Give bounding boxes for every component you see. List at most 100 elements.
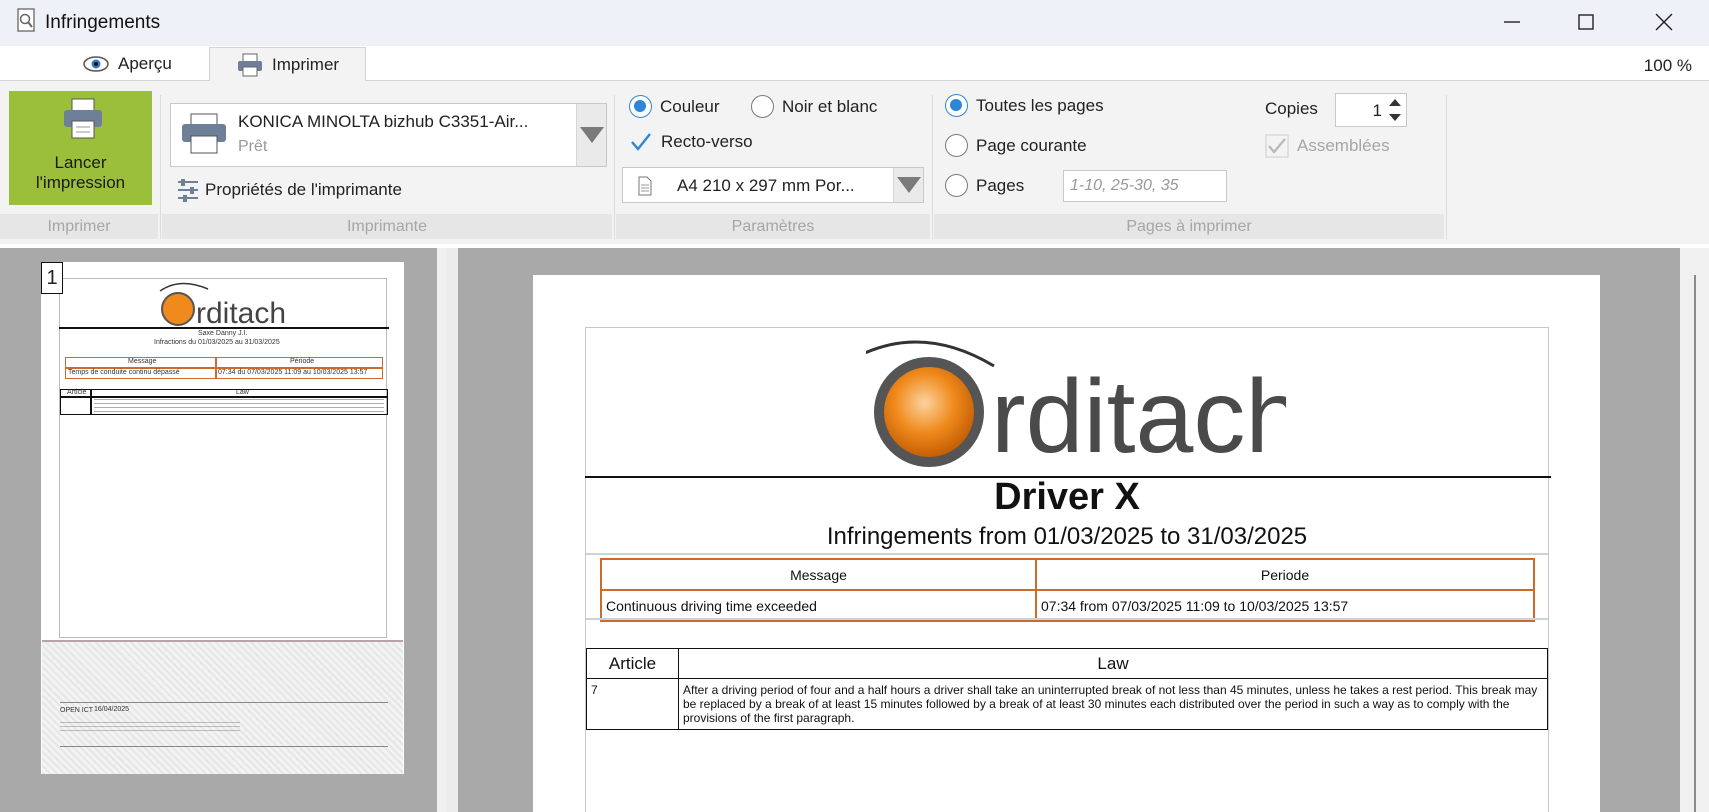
logo-text: rditach <box>991 359 1286 473</box>
radio-selected-icon <box>945 94 968 117</box>
page-icon <box>637 176 653 201</box>
thumb-col-article: Article <box>67 389 87 396</box>
orditach-logo: rditach <box>866 340 1286 473</box>
group-separator <box>614 95 615 239</box>
chevron-down-icon[interactable] <box>576 104 606 166</box>
table-row: Continuous driving time exceeded 07:34 f… <box>600 589 1535 622</box>
copies-label: Copies <box>1265 99 1318 118</box>
col-message: Message <box>600 558 1037 591</box>
duplex-checkbox[interactable]: Recto-verso <box>629 130 753 154</box>
checkmark-icon <box>629 130 653 154</box>
report-subtitle: Infringements from 01/03/2025 to 31/03/2… <box>826 523 1308 550</box>
current-page-label: Page courante <box>976 135 1087 155</box>
maximize-icon <box>1578 14 1594 30</box>
window-title: Infringements <box>45 12 161 33</box>
paper-size-select[interactable]: A4 210 x 297 mm Por... <box>622 167 924 203</box>
page-frame: rditach Driver X Infringements from 01/0… <box>585 327 1551 812</box>
bw-label: Noir et blanc <box>782 96 878 116</box>
cell-message: Continuous driving time exceeded <box>600 589 1037 622</box>
thumb-row-message: Temps de conduite continu dépassé <box>68 369 180 376</box>
printer-icon <box>64 98 102 139</box>
collate-checkbox[interactable]: Assemblées <box>1265 134 1390 158</box>
thumb-footer-date: 16/04/2025 <box>94 706 130 713</box>
printer-status: Prêt <box>238 138 268 155</box>
all-pages-radio[interactable]: Toutes les pages <box>945 94 1104 117</box>
maximize-button[interactable] <box>1548 0 1624 44</box>
print-button-line1: Lancer <box>54 153 107 172</box>
print-button[interactable]: Lancer l'impression <box>9 91 152 205</box>
thumb-period: Infractions du 01/03/2025 au 31/03/2025 <box>154 339 280 346</box>
close-icon <box>1655 13 1673 31</box>
close-button[interactable] <box>1626 0 1702 44</box>
minimize-icon <box>1504 21 1520 23</box>
pane-splitter[interactable] <box>446 248 458 812</box>
zoom-level: 100 % <box>1643 56 1692 75</box>
group-separator <box>160 95 161 239</box>
sliders-icon <box>178 179 198 202</box>
thumb-col-periode: Période <box>290 358 315 365</box>
group-separator <box>1446 95 1447 239</box>
copies-stepper[interactable]: 1 <box>1335 93 1407 127</box>
driver-name: Driver X <box>994 476 1140 518</box>
print-button-line2: l'impression <box>35 173 126 192</box>
printer-icon <box>238 53 262 77</box>
preview-scrollbar[interactable] <box>1680 248 1709 812</box>
eye-icon <box>83 55 109 72</box>
radio-empty-icon <box>751 95 774 118</box>
group-label-printer: Imprimante <box>162 214 612 239</box>
printer-properties-label: Propriétés de l'imprimante <box>205 180 402 199</box>
color-radio[interactable]: Couleur <box>629 95 720 118</box>
spin-up-icon[interactable] <box>1386 95 1404 110</box>
color-label: Couleur <box>660 96 720 116</box>
spin-down-icon[interactable] <box>1386 110 1404 125</box>
printer-properties-link[interactable]: Propriétés de l'imprimante <box>175 177 402 203</box>
group-label-params: Paramètres <box>616 214 930 239</box>
minimize-button[interactable] <box>1474 0 1550 44</box>
printer-icon <box>179 112 229 161</box>
duplex-label: Recto-verso <box>661 132 753 151</box>
page-range-input[interactable]: 1-10, 25-30, 35 <box>1063 170 1227 202</box>
group-separator <box>932 95 933 239</box>
all-pages-label: Toutes les pages <box>976 95 1104 115</box>
paper-size-value: A4 210 x 297 mm Por... <box>677 176 855 195</box>
current-page-radio[interactable]: Page courante <box>945 134 1087 157</box>
thumb-col-message: Message <box>128 358 157 365</box>
law-table: Article Law 7 After a driving period of … <box>586 648 1548 730</box>
thumb-row-periode: 07:34 du 07/03/2025 11:09 au 10/03/2025 … <box>218 369 368 376</box>
bw-radio[interactable]: Noir et blanc <box>751 95 877 118</box>
cell-law: After a driving period of four and a hal… <box>678 678 1548 730</box>
thumbnail-pane: rditach Saxe Danny J.I. Infractions du 0… <box>0 248 446 812</box>
col-law: Law <box>678 648 1548 679</box>
cell-periode: 07:34 from 07/03/2025 11:09 to 10/03/202… <box>1035 589 1535 622</box>
title-bar: Infringements <box>0 0 1709 46</box>
thumbnail-content: rditach Saxe Danny J.I. Infractions du 0… <box>59 278 389 638</box>
tab-apercu[interactable]: Aperçu <box>56 46 198 81</box>
radio-empty-icon <box>945 134 968 157</box>
col-article: Article <box>586 648 679 679</box>
print-ribbon: Lancer l'impression Imprimer KONICA MINO… <box>0 81 1709 244</box>
tab-bar: Aperçu Imprimer 100 % <box>0 46 1709 82</box>
orditach-logo: rditach <box>159 282 286 329</box>
collate-label: Assemblées <box>1297 136 1390 155</box>
tab-imprimer-label: Imprimer <box>272 55 340 74</box>
page-range-radio[interactable]: Pages <box>945 174 1024 197</box>
checkmark-icon <box>1265 134 1289 158</box>
tab-apercu-label: Aperçu <box>118 53 172 73</box>
col-periode: Periode <box>1035 558 1535 591</box>
group-label-print: Imprimer <box>0 214 158 239</box>
thumbnail-scrollbar[interactable] <box>437 248 446 812</box>
thumb-footer-label: OPEN ICT <box>60 707 94 714</box>
cell-article: 7 <box>586 678 679 730</box>
infringements-table: Message Periode Continuous driving time … <box>600 558 1535 622</box>
group-label-pages: Pages à imprimer <box>934 214 1444 239</box>
printer-select[interactable]: KONICA MINOLTA bizhub C3351-Air... Prêt <box>170 103 607 167</box>
svg-text:rditach: rditach <box>196 297 286 329</box>
printer-name: KONICA MINOLTA bizhub C3351-Air... <box>238 112 529 131</box>
radio-selected-icon <box>629 95 652 118</box>
tab-imprimer[interactable]: Imprimer <box>209 47 367 82</box>
page-range-label: Pages <box>976 175 1025 195</box>
page-thumbnail[interactable]: rditach Saxe Danny J.I. Infractions du 0… <box>41 262 404 774</box>
chevron-down-icon[interactable] <box>893 168 923 202</box>
table-row: 7 After a driving period of four and a h… <box>586 678 1548 730</box>
thumbnail-footer-area: OPEN ICT 16/04/2025 <box>42 640 403 774</box>
